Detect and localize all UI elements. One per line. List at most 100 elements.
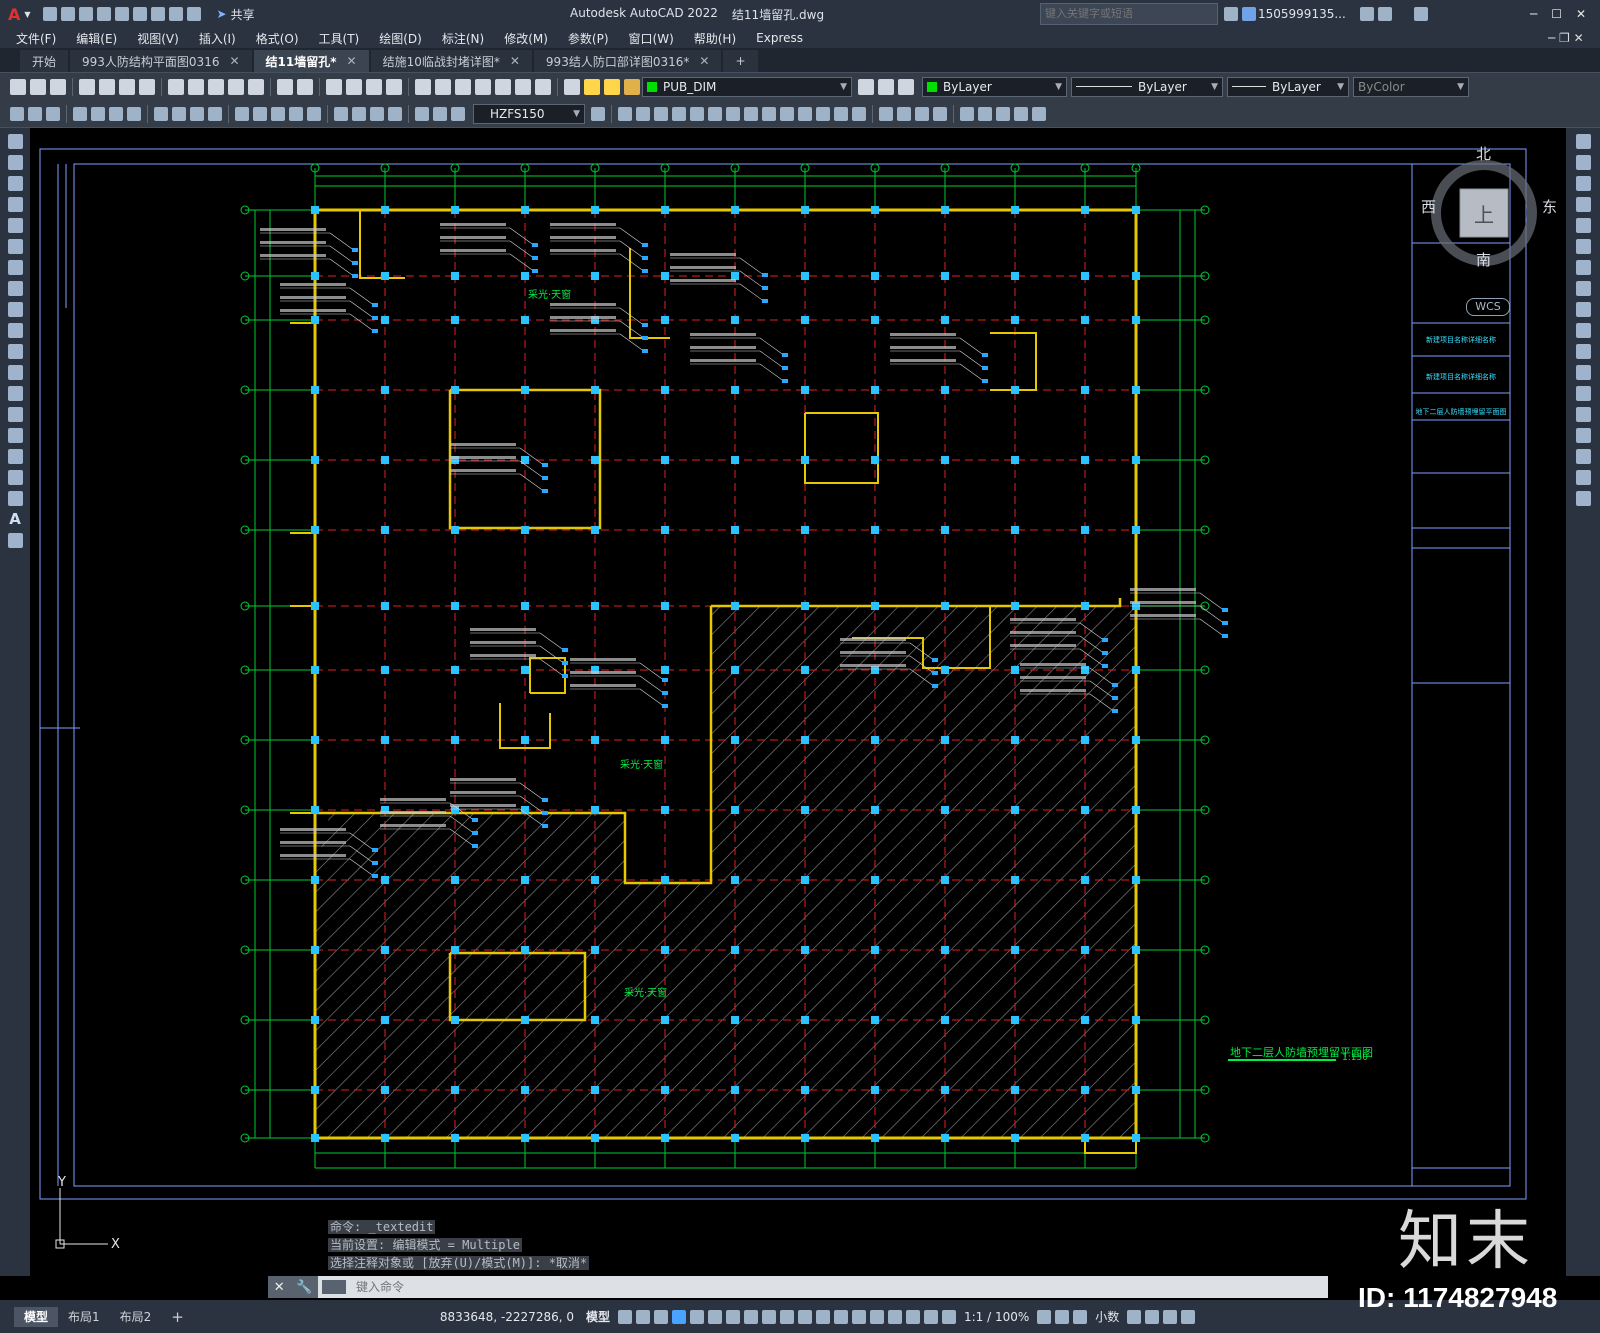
- copy-icon[interactable]: [1575, 155, 1591, 170]
- isolate-objects-icon[interactable]: [1145, 1309, 1160, 1324]
- close-tab-icon[interactable]: ✕: [699, 54, 709, 68]
- user-name[interactable]: 1505999135...: [1258, 7, 1346, 21]
- plus-icon[interactable]: [1055, 1309, 1070, 1324]
- add-layout-icon[interactable]: +: [171, 1308, 184, 1326]
- dim-angular-icon[interactable]: [208, 106, 222, 121]
- publish-icon[interactable]: [119, 78, 135, 95]
- layer-properties-icon[interactable]: [564, 78, 580, 95]
- design-center-icon[interactable]: [435, 78, 451, 95]
- menu-item[interactable]: 标注(N): [432, 30, 494, 47]
- undo-icon[interactable]: [277, 78, 293, 95]
- clean-screen-icon[interactable]: [1163, 1309, 1178, 1324]
- object-snap-icon[interactable]: [762, 1309, 776, 1324]
- add-selected-icon[interactable]: [7, 533, 23, 548]
- polyline-icon[interactable]: [28, 106, 42, 121]
- arc-icon[interactable]: [7, 239, 23, 254]
- model-space-toggle[interactable]: 模型: [580, 1308, 616, 1325]
- mirror-icon[interactable]: [1575, 176, 1591, 191]
- tool-palettes-icon[interactable]: [455, 78, 471, 95]
- pan-icon[interactable]: [326, 78, 342, 95]
- selection-cycling-icon[interactable]: [816, 1309, 830, 1324]
- save-as-icon[interactable]: [96, 7, 111, 21]
- view-cube[interactable]: 北 南 西 东 上: [1416, 145, 1557, 281]
- ortho-icon[interactable]: [690, 1309, 704, 1324]
- dim-linear-icon[interactable]: [73, 106, 87, 121]
- properties-icon[interactable]: [415, 78, 431, 95]
- close-tab-icon[interactable]: ✕: [347, 54, 357, 68]
- command-prompt-icon[interactable]: [322, 1280, 346, 1294]
- menu-item[interactable]: 插入(I): [189, 30, 246, 47]
- document-tab[interactable]: 993人防结构平面图0316 ✕: [70, 50, 252, 72]
- annotation-scale-icon[interactable]: [942, 1309, 956, 1324]
- menu-item[interactable]: 窗口(W): [619, 30, 684, 47]
- render-icon[interactable]: [879, 106, 893, 121]
- union-icon[interactable]: [816, 106, 830, 121]
- image-icon[interactable]: [1014, 106, 1028, 121]
- menu-item[interactable]: 参数(P): [558, 30, 619, 47]
- lineweight-icon[interactable]: [780, 1309, 794, 1324]
- offset-icon[interactable]: [1575, 197, 1591, 212]
- quick-dim-icon[interactable]: [235, 106, 249, 121]
- menu-item[interactable]: 编辑(E): [66, 30, 127, 47]
- auto-scale-icon[interactable]: [924, 1309, 938, 1324]
- zoom-realtime-icon[interactable]: [346, 78, 362, 95]
- menu-item[interactable]: 格式(O): [246, 30, 309, 47]
- selection-filter-icon[interactable]: [870, 1309, 884, 1324]
- center-mark-icon[interactable]: [352, 106, 366, 121]
- dim-update-icon[interactable]: [451, 106, 465, 121]
- table-icon[interactable]: [7, 491, 23, 506]
- coordinates-readout[interactable]: 8833648, -2227286, 0: [434, 1310, 580, 1324]
- customize-icon[interactable]: 🔧: [296, 1280, 312, 1295]
- construction-line-icon[interactable]: [7, 155, 23, 170]
- preview-icon[interactable]: [99, 78, 115, 95]
- dim-arc-icon[interactable]: [109, 106, 123, 121]
- ellipse-icon[interactable]: [7, 323, 23, 338]
- user-icon[interactable]: [1242, 7, 1256, 21]
- box-icon[interactable]: [618, 106, 632, 121]
- web-open-icon[interactable]: [114, 7, 129, 21]
- color-dropdown[interactable]: ByLayer ▼: [922, 76, 1067, 97]
- cone-icon[interactable]: [672, 106, 686, 121]
- hatch-icon[interactable]: [7, 428, 23, 443]
- wcs-menu[interactable]: WCS: [1466, 298, 1510, 316]
- dim-continue-icon[interactable]: [271, 106, 285, 121]
- infer-constraints-icon[interactable]: [654, 1309, 668, 1324]
- block-editor-icon[interactable]: [248, 78, 264, 95]
- slice-icon[interactable]: [762, 106, 776, 121]
- chamfer-icon[interactable]: [1575, 428, 1591, 443]
- mtext-icon[interactable]: A: [8, 512, 23, 527]
- scale-icon[interactable]: [1575, 281, 1591, 296]
- print-icon[interactable]: [150, 7, 165, 21]
- menu-item[interactable]: 文件(F): [6, 30, 66, 47]
- layer-states-icon[interactable]: [898, 78, 914, 95]
- fillet-icon[interactable]: [1575, 449, 1591, 464]
- dynamic-input-icon[interactable]: [672, 1309, 686, 1324]
- plot-icon[interactable]: [79, 78, 95, 95]
- open-icon[interactable]: [30, 78, 46, 95]
- line-icon[interactable]: [7, 134, 23, 149]
- cart-icon[interactable]: [1359, 7, 1374, 21]
- interfere-icon[interactable]: [798, 106, 812, 121]
- dynamic-ucs-icon[interactable]: [852, 1309, 866, 1324]
- cut-icon[interactable]: [168, 78, 184, 95]
- document-tab[interactable]: 结11墙留孔* ✕: [253, 50, 369, 72]
- dim-radius-icon[interactable]: [154, 106, 168, 121]
- explode-icon[interactable]: [1575, 491, 1591, 506]
- camera-icon[interactable]: [933, 106, 947, 121]
- autodesk-account-icon[interactable]: [1377, 7, 1392, 21]
- zoom-window-icon[interactable]: [366, 78, 382, 95]
- spline-icon[interactable]: [7, 302, 23, 317]
- search-icon[interactable]: [1224, 7, 1238, 21]
- rectangle-icon[interactable]: [7, 218, 23, 233]
- 3d-print-icon[interactable]: [139, 78, 155, 95]
- redo-icon[interactable]: [297, 78, 313, 95]
- dim-aligned-icon[interactable]: [91, 106, 105, 121]
- redo-icon[interactable]: [186, 7, 201, 21]
- move-icon[interactable]: [1575, 239, 1591, 254]
- gear-icon[interactable]: [1037, 1309, 1052, 1324]
- wedge-icon[interactable]: [690, 106, 704, 121]
- grid-icon[interactable]: [618, 1309, 632, 1324]
- sheet-set-icon[interactable]: [475, 78, 491, 95]
- close-tab-icon[interactable]: ✕: [229, 54, 239, 68]
- dim-ordinate-icon[interactable]: [127, 106, 141, 121]
